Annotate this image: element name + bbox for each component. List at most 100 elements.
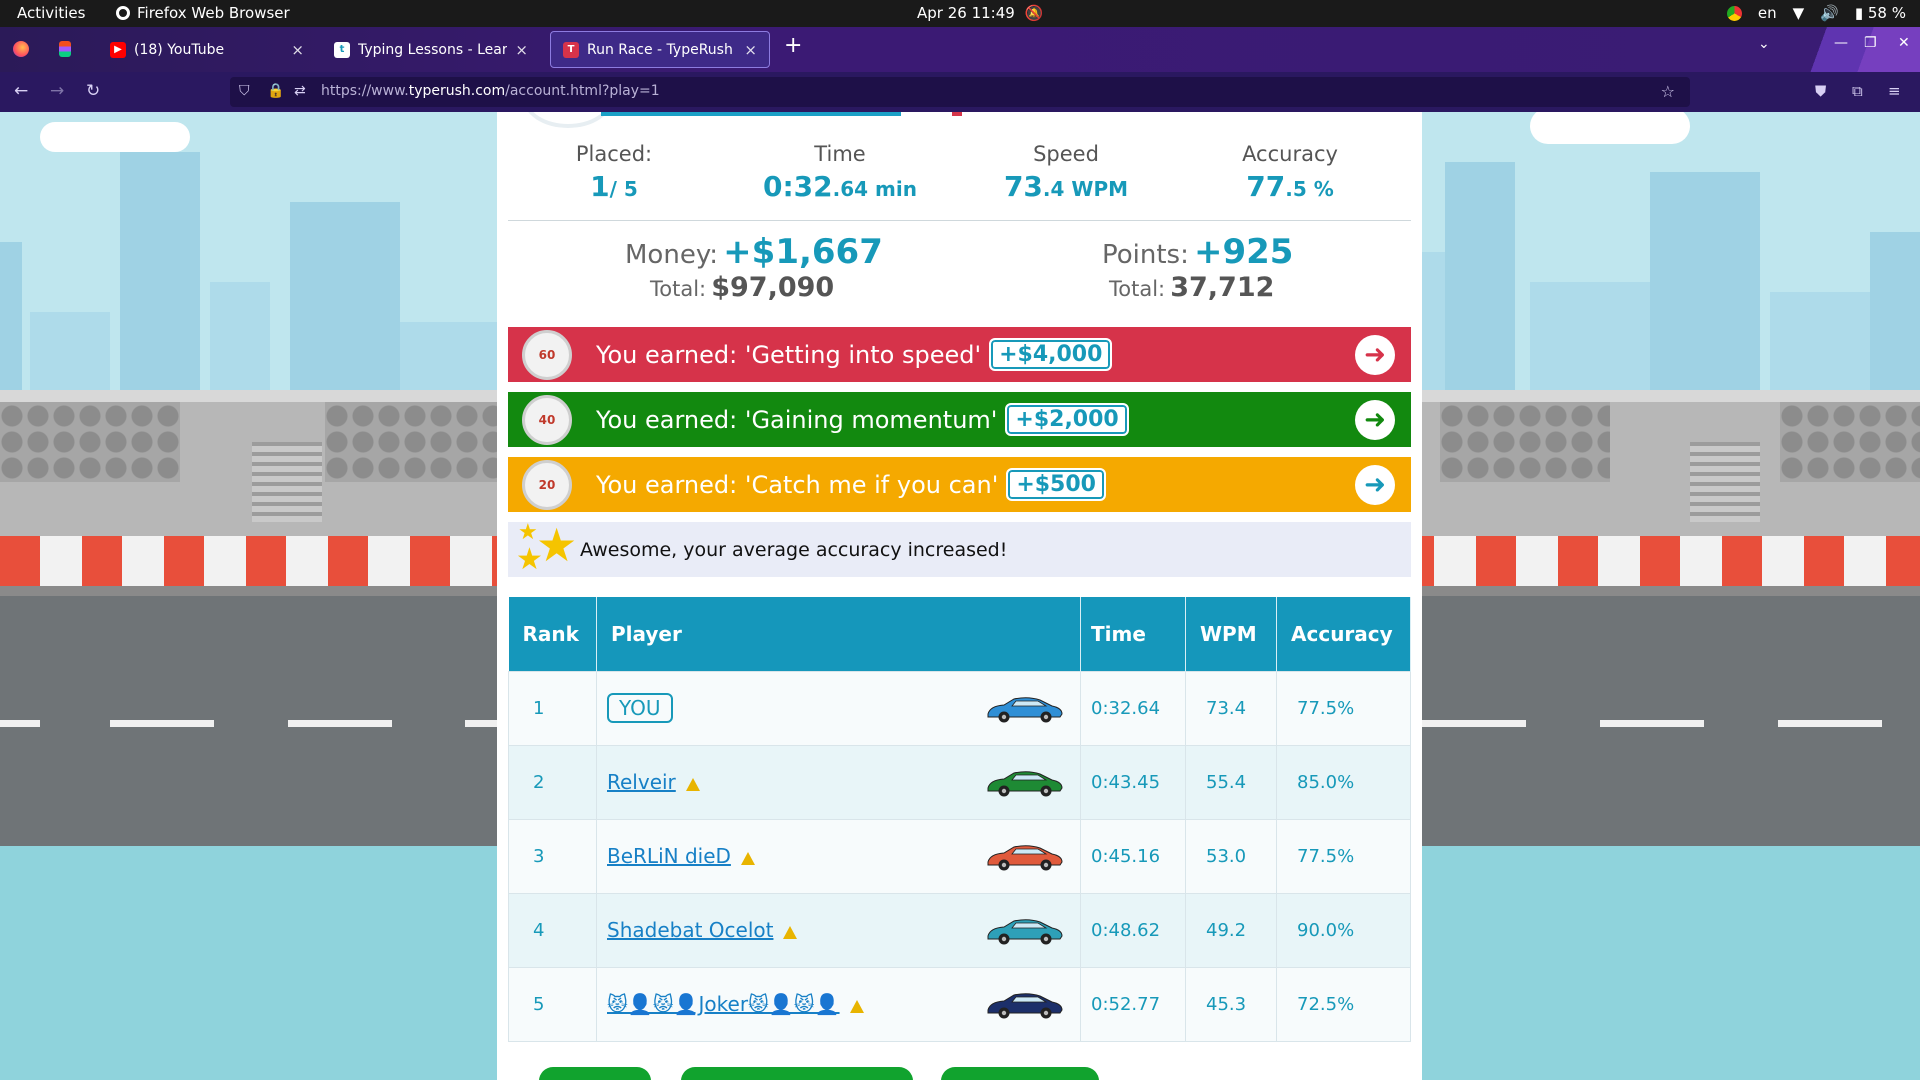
building — [0, 242, 22, 402]
tab-typing-lessons[interactable]: t Typing Lessons - Learn To × — [322, 31, 540, 68]
time-cell: 0:48.62 — [1080, 892, 1186, 968]
address-bar[interactable]: ⛉ 🔒 ⇄ https://www.typerush.com/account.h… — [230, 77, 1690, 107]
close-window-icon[interactable]: ✕ — [1898, 35, 1910, 51]
speed-main: 73 — [1003, 170, 1043, 203]
pocket-icon[interactable]: ⛊ — [1815, 82, 1826, 100]
accuracy-cell: 90.0% — [1276, 892, 1411, 968]
reload-icon[interactable]: ↻ — [86, 81, 100, 101]
system-tray[interactable]: en ▼ 🔊 ▮ 58 % — [1726, 4, 1906, 22]
award-bonus: +$500 — [1006, 468, 1106, 501]
player-name-link[interactable]: 😾👤😾👤Joker😾👤😾👤 — [607, 992, 840, 1016]
wpm-cell: 53.0 — [1185, 818, 1277, 894]
new-tab-button[interactable]: + — [784, 33, 802, 58]
datetime: Apr 26 11:49 — [917, 4, 1015, 22]
url-domain: typerush.com — [408, 83, 506, 99]
clock[interactable]: Apr 26 11:49 🔕 — [917, 4, 1044, 22]
stopwatch-badge-icon: 60 — [522, 329, 572, 380]
arrow-right-icon[interactable]: ➜ — [1355, 335, 1395, 375]
tab-typerush[interactable]: T Run Race - TypeRush × — [550, 31, 770, 68]
accuracy-cell: 77.5% — [1276, 818, 1411, 894]
app-name: Firefox Web Browser — [137, 4, 290, 22]
car-icon — [987, 844, 1063, 870]
url-text[interactable]: https://www.typerush.com/account.html?pl… — [321, 83, 660, 99]
permissions-icon[interactable]: ⇄ — [294, 83, 306, 99]
lock-icon[interactable]: 🔒 — [267, 83, 284, 99]
extensions-icon[interactable]: ⧉ — [1852, 82, 1863, 100]
close-tab-icon[interactable]: × — [515, 41, 528, 59]
bookmark-star-icon[interactable]: ☆ — [1661, 82, 1675, 101]
action-button[interactable] — [681, 1067, 913, 1080]
wifi-icon: ▼ — [1792, 4, 1805, 22]
column-header-accuracy: Accuracy — [1276, 597, 1411, 671]
stat-label: Placed: — [575, 142, 653, 166]
progress-marker — [952, 112, 962, 116]
stopwatch-badge-icon: 20 — [522, 459, 572, 510]
player-cell: 😾👤😾👤Joker😾👤😾👤 — [596, 966, 1081, 1042]
award-banner[interactable]: 40 You earned: 'Gaining momentum' +$2,00… — [508, 392, 1411, 447]
cloud — [40, 122, 190, 152]
action-button[interactable] — [941, 1067, 1099, 1080]
money-label: Money: — [625, 240, 719, 270]
building — [1650, 172, 1760, 402]
lane-marking — [110, 720, 214, 727]
back-icon[interactable]: ← — [14, 81, 28, 101]
player-name-link[interactable]: Shadebat Ocelot — [607, 918, 773, 942]
rank-cell: 1 — [508, 670, 597, 746]
player-name-link[interactable]: BeRLiN dieD — [607, 844, 731, 868]
column-header-rank: Rank — [508, 597, 597, 671]
accuracy-suffix: .5 % — [1285, 177, 1334, 201]
stat-label: Speed — [1033, 142, 1099, 166]
close-tab-icon[interactable]: × — [291, 41, 304, 59]
stat-placed: Placed: 1/ 5 — [514, 142, 714, 203]
url-path: /account.html?play=1 — [505, 83, 660, 99]
typingclub-icon: t — [334, 41, 350, 58]
tab-youtube[interactable]: ▶ (18) YouTube × — [98, 31, 316, 68]
building — [290, 202, 400, 402]
player-cell: Shadebat Ocelot — [596, 892, 1081, 968]
lane-marking — [1778, 720, 1882, 727]
language-indicator[interactable]: en — [1758, 4, 1777, 22]
rank-cell: 4 — [508, 892, 597, 968]
tab-strip: ▶ (18) YouTube × t Typing Lessons - Lear… — [0, 27, 1920, 72]
arrow-right-icon[interactable]: ➜ — [1355, 465, 1395, 505]
award-banner[interactable]: 60 You earned: 'Getting into speed' +$4,… — [508, 327, 1411, 382]
close-tab-icon[interactable]: × — [744, 41, 757, 59]
restore-icon[interactable]: ❐ — [1864, 35, 1877, 51]
stat-value: 0:32.64 min — [740, 170, 940, 203]
car-icon — [987, 696, 1063, 722]
minimize-icon[interactable]: — — [1834, 35, 1848, 51]
action-button[interactable] — [539, 1067, 651, 1080]
chrome-icon — [1726, 5, 1742, 21]
tracking-protection-icon[interactable]: ⛉ — [239, 83, 250, 99]
lane-marking — [1600, 720, 1704, 727]
pinned-tab-figma[interactable] — [52, 36, 78, 62]
warning-icon — [849, 999, 864, 1013]
forward-icon[interactable]: → — [50, 81, 64, 101]
accuracy-cell: 77.5% — [1276, 670, 1411, 746]
award-banner[interactable]: 20 You earned: 'Catch me if you can' +$5… — [508, 457, 1411, 512]
stairs — [252, 442, 322, 522]
badge-number: 40 — [538, 412, 556, 427]
award-bonus: +$4,000 — [989, 338, 1113, 371]
lane-marking — [288, 720, 392, 727]
youtube-icon: ▶ — [110, 41, 126, 58]
building — [30, 312, 110, 402]
time-cell: 0:32.64 — [1080, 670, 1186, 746]
crowd — [1780, 402, 1920, 482]
player-name-link[interactable]: YOU — [607, 693, 673, 723]
player-cell: YOU — [596, 670, 1081, 746]
accuracy-notice: ★ ★ ★ Awesome, your average accuracy inc… — [508, 518, 1411, 577]
menu-icon[interactable]: ≡ — [1888, 82, 1901, 100]
activities-button[interactable]: Activities — [17, 4, 85, 22]
app-menu[interactable]: Firefox Web Browser — [116, 4, 290, 22]
building — [210, 282, 270, 402]
player-name-link[interactable]: Relveir — [607, 770, 676, 794]
table-row: 3 BeRLiN dieD 0:45.16 53.0 77.5% — [508, 818, 1411, 894]
time-cell: 0:45.16 — [1080, 818, 1186, 894]
table-row: 2 Relveir 0:43.45 55.4 85.0% — [508, 744, 1411, 820]
column-header-player: Player — [596, 597, 1081, 671]
arrow-right-icon[interactable]: ➜ — [1355, 400, 1395, 440]
list-all-tabs-icon[interactable]: ⌄ — [1758, 36, 1770, 52]
speed-suffix: .4 WPM — [1042, 177, 1129, 201]
pinned-tab-firefox[interactable] — [8, 36, 34, 62]
